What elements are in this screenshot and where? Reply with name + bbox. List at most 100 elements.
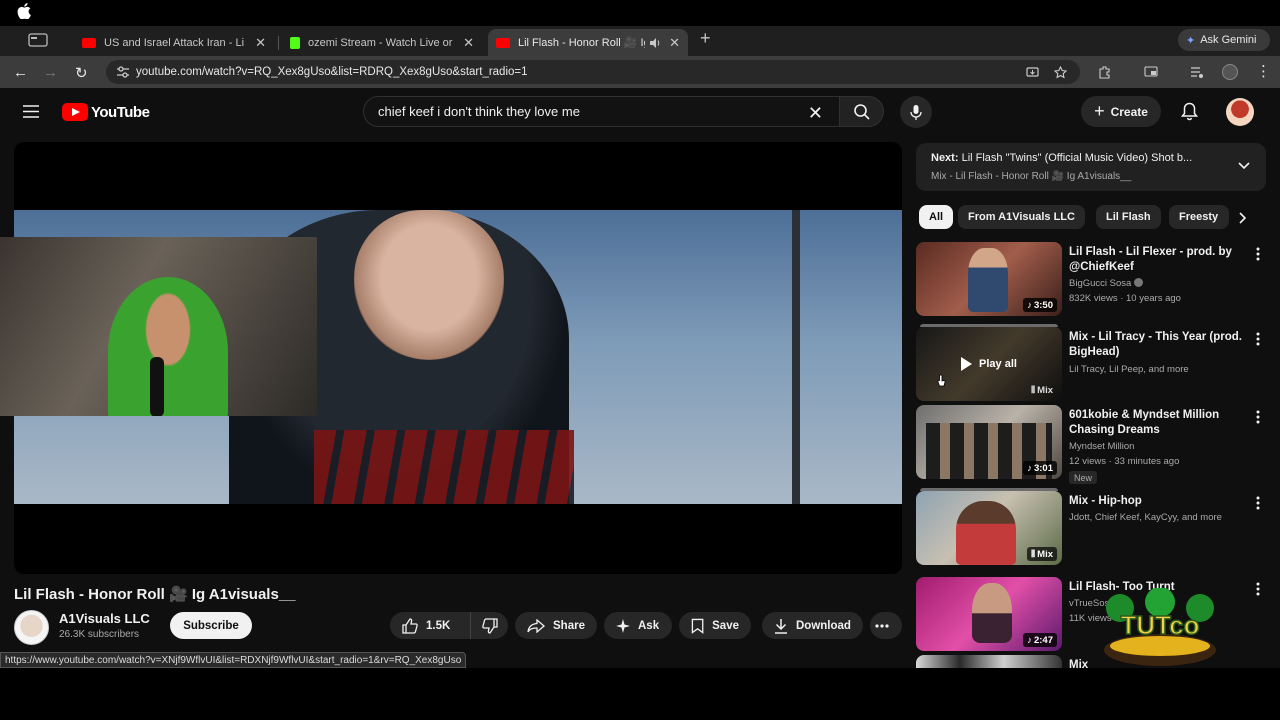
chip-freestyle[interactable]: Freesty [1169,205,1229,229]
chevron-down-icon[interactable] [1238,159,1250,171]
more-vertical-icon[interactable] [1256,496,1260,510]
recommendation-item[interactable]: ⦀ Mix Mix - Hip-hop Jdott, Chief Keef, K… [916,488,1271,567]
video-thumbnail[interactable]: Play all ⦀ Mix [916,327,1062,401]
streamer-mic [150,357,164,416]
video-subject-face [354,210,504,360]
hamburger-menu-icon[interactable] [23,105,39,118]
filter-chips: All From A1Visuals LLC Lil Flash Freesty [916,205,1236,229]
up-next-prefix: Next: [931,152,959,164]
chrome-menu-icon[interactable]: ⋮ [1256,62,1271,80]
tab-strip: US and Israel Attack Iran - Li ✕ ozemi S… [0,26,1280,56]
bookmark-star-icon[interactable] [1054,66,1067,79]
video-thumbnail[interactable]: ♪ 2:47 [916,577,1062,651]
share-button[interactable]: Share [515,612,597,639]
save-label: Save [712,619,739,632]
profile-avatar[interactable] [1222,64,1238,80]
browser-toolbar: ← → ↻ youtube.com/watch?v=RQ_Xex8gUso&li… [0,56,1280,88]
mix-text: Mix [1037,548,1053,560]
speaker-icon[interactable] [649,37,661,49]
save-button[interactable]: Save [679,612,751,639]
rec-title: 601kobie & Myndset Million Chasing Dream… [1069,409,1220,436]
duration-badge: ♪ 3:50 [1023,298,1057,312]
tab-divider [278,36,279,50]
tab-title: Lil Flash - Honor Roll 🎥 Ig [518,37,646,49]
recommendation-item[interactable]: ♪ 3:50 Lil Flash - Lil Flexer - prod. by… [916,242,1271,318]
youtube-page: YouTube chief keef i don't think they lo… [0,88,1280,668]
address-bar[interactable]: youtube.com/watch?v=RQ_Xex8gUso&list=RDR… [106,60,1080,84]
tab-lil-flash-active[interactable]: Lil Flash - Honor Roll 🎥 Ig ✕ [488,29,688,56]
search-query: chief keef i don't think they love me [378,104,580,119]
mix-badge: ⦀ Mix [1026,547,1057,561]
tab-search-icon[interactable] [28,33,48,47]
channel-avatar[interactable] [14,610,49,645]
thumbs-down-icon [481,617,498,634]
chip-lil-flash[interactable]: Lil Flash [1096,205,1161,229]
tab-title: ozemi Stream - Watch Live or [308,36,453,49]
chip-all[interactable]: All [919,205,954,229]
video-thumbnail[interactable]: ♪ 3:50 [916,242,1062,316]
video-thumbnail[interactable]: ⦀ Mix [916,491,1062,565]
channel-name[interactable]: A1Visuals LLC [59,611,150,626]
create-button[interactable]: + Create [1081,96,1161,127]
account-avatar[interactable] [1226,98,1254,126]
like-button[interactable]: 1.5K [390,612,480,639]
chevron-right-icon[interactable] [1238,212,1248,224]
recommendation-item[interactable]: ♪ 3:01 601kobie & Myndset Million Chasin… [916,405,1271,484]
dislike-button[interactable] [470,612,508,639]
close-tab-icon[interactable]: ✕ [669,35,680,51]
extensions-icon[interactable] [1098,65,1112,79]
more-vertical-icon[interactable] [1256,582,1260,596]
thumbnail-figure [968,248,1008,312]
more-actions-button[interactable] [870,612,902,639]
share-label: Share [553,619,585,632]
chip-from-channel[interactable]: From A1Visuals LLC [958,205,1085,229]
back-arrow-icon[interactable]: ← [13,64,28,81]
duration-text: 3:50 [1033,299,1053,311]
search-button[interactable] [840,96,884,127]
bookmark-icon [691,618,704,634]
download-button[interactable]: Download [762,612,863,639]
up-next-panel[interactable]: Next: Lil Flash "Twins" (Official Music … [916,143,1266,191]
video-tree-trunk [792,210,800,504]
recommendation-item[interactable]: Play all ⦀ Mix Mix - Lil Tracy - This Ye… [916,324,1271,403]
site-info-icon[interactable] [116,66,130,78]
apple-icon[interactable] [17,3,31,19]
search-input[interactable]: chief keef i don't think they love me ✕ [363,96,840,127]
rec-channel: BigGucci Sosa [1069,278,1143,289]
close-tab-icon[interactable]: ✕ [463,35,474,51]
up-next-title: Lil Flash "Twins" (Official Music Video)… [961,152,1193,164]
media-controls-icon[interactable] [1190,65,1204,79]
more-vertical-icon[interactable] [1256,332,1260,346]
kick-favicon-icon [290,36,300,49]
rec-stats: 832K views · 10 years ago [1069,293,1181,304]
voice-search-button[interactable] [900,96,932,128]
video-thumbnail[interactable]: ♪ 3:01 [916,405,1062,479]
new-tab-icon[interactable]: + [700,28,711,49]
youtube-logo[interactable]: YouTube [62,103,150,121]
clear-search-icon[interactable]: ✕ [808,103,823,124]
tab-iran-news[interactable]: US and Israel Attack Iran - Li ✕ [74,29,274,56]
cast-tab-icon[interactable] [1144,65,1158,79]
rec-channel-name: BigGucci Sosa [1069,278,1132,289]
verified-check-icon [1133,278,1143,287]
more-vertical-icon[interactable] [1256,247,1260,261]
video-thumbnail[interactable] [916,655,1062,668]
youtube-favicon-icon [496,37,510,48]
reload-icon[interactable]: ↻ [75,64,88,82]
ask-gemini-button[interactable]: ✦ Ask Gemini [1178,29,1270,51]
rec-artists: Jdott, Chief Keef, KayCyy, and more [1069,512,1222,523]
rec-artists: Lil Tracy, Lil Peep, and more [1069,364,1189,375]
close-tab-icon[interactable]: ✕ [255,35,266,51]
rec-title: Mix - Lil Tracy - This Year (prod. BigHe… [1069,331,1242,358]
youtube-favicon-icon [82,37,96,48]
tab-ozemi-stream[interactable]: ozemi Stream - Watch Live or ✕ [282,29,482,56]
url-text: youtube.com/watch?v=RQ_Xex8gUso&list=RDR… [136,66,528,78]
thumbs-up-icon [402,617,418,634]
ask-button[interactable]: Ask [604,612,672,639]
forward-arrow-icon[interactable]: → [43,64,58,81]
subscribe-button[interactable]: Subscribe [170,612,252,639]
install-app-icon[interactable] [1026,66,1039,79]
mouse-cursor-icon [937,374,946,387]
more-vertical-icon[interactable] [1256,410,1260,424]
notifications-bell-icon[interactable] [1181,102,1198,121]
